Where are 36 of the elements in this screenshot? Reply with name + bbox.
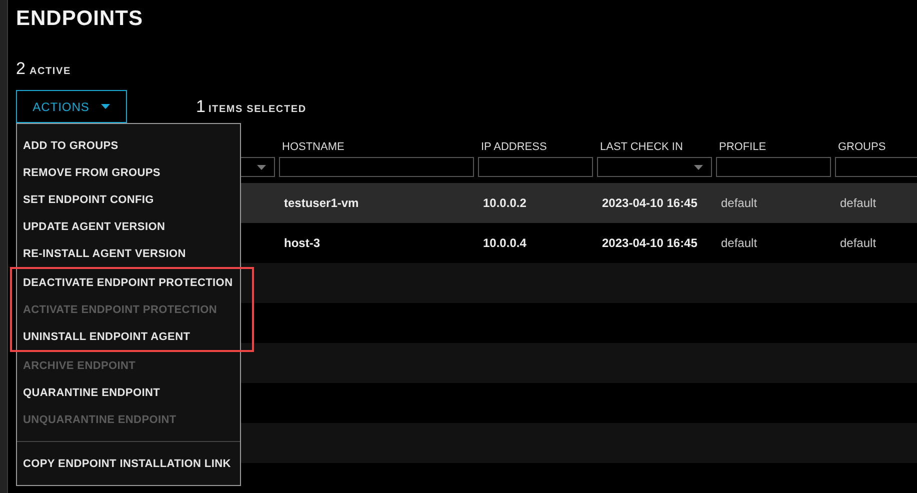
column-header[interactable]: HOSTNAME <box>279 141 474 155</box>
table-cell-text: 2023-04-10 16:45 <box>601 196 698 210</box>
menu-item[interactable]: ADD TO GROUPS <box>17 132 240 159</box>
table-cell-text: testuser1-vm <box>283 196 360 210</box>
column-header[interactable]: GROUPS <box>835 141 917 155</box>
column-header[interactable]: IP ADDRESS <box>478 141 593 155</box>
filter-field[interactable] <box>835 157 917 177</box>
menu-item[interactable]: QUARANTINE ENDPOINT <box>17 379 240 406</box>
caret-icon <box>694 164 703 170</box>
menu-item[interactable]: SET ENDPOINT CONFIG <box>17 186 240 213</box>
active-label: ACTIVE <box>29 66 71 77</box>
selected-count: 1 <box>196 96 206 116</box>
table-cell-text: 10.0.0.2 <box>482 196 528 210</box>
table-cell-text: default <box>720 236 758 250</box>
selected-label: ITEMS SELECTED <box>208 104 306 114</box>
page-title: ENDPOINTS <box>16 6 144 32</box>
column-header[interactable]: PROFILE <box>716 141 831 155</box>
filter-field[interactable] <box>279 157 474 177</box>
caret-icon <box>257 164 266 170</box>
column-header[interactable]: LAST CHECK IN <box>597 141 712 155</box>
filter-field[interactable] <box>478 157 593 177</box>
menu-item[interactable]: RE-INSTALL AGENT VERSION <box>17 240 240 267</box>
menu-item[interactable]: COPY ENDPOINT INSTALLATION LINK <box>17 450 240 477</box>
table-cell-text: host-3 <box>283 236 321 250</box>
table-cell-text: default <box>720 196 758 210</box>
menu-item[interactable]: REMOVE FROM GROUPS <box>17 159 240 186</box>
table-cell-text: 10.0.0.4 <box>482 236 528 250</box>
table-cell-text: default <box>839 236 878 250</box>
table-cell-text: 2023-04-10 16:45 <box>601 236 698 250</box>
menu-item[interactable]: UPDATE AGENT VERSION <box>17 213 240 240</box>
filter-field[interactable] <box>716 157 831 177</box>
caret-icon <box>101 104 110 109</box>
actions-button[interactable]: ACTIONS <box>16 90 127 123</box>
table-cell-text: default <box>839 196 878 210</box>
active-count: 2 <box>16 59 26 79</box>
filter-dropdown[interactable] <box>597 157 712 177</box>
